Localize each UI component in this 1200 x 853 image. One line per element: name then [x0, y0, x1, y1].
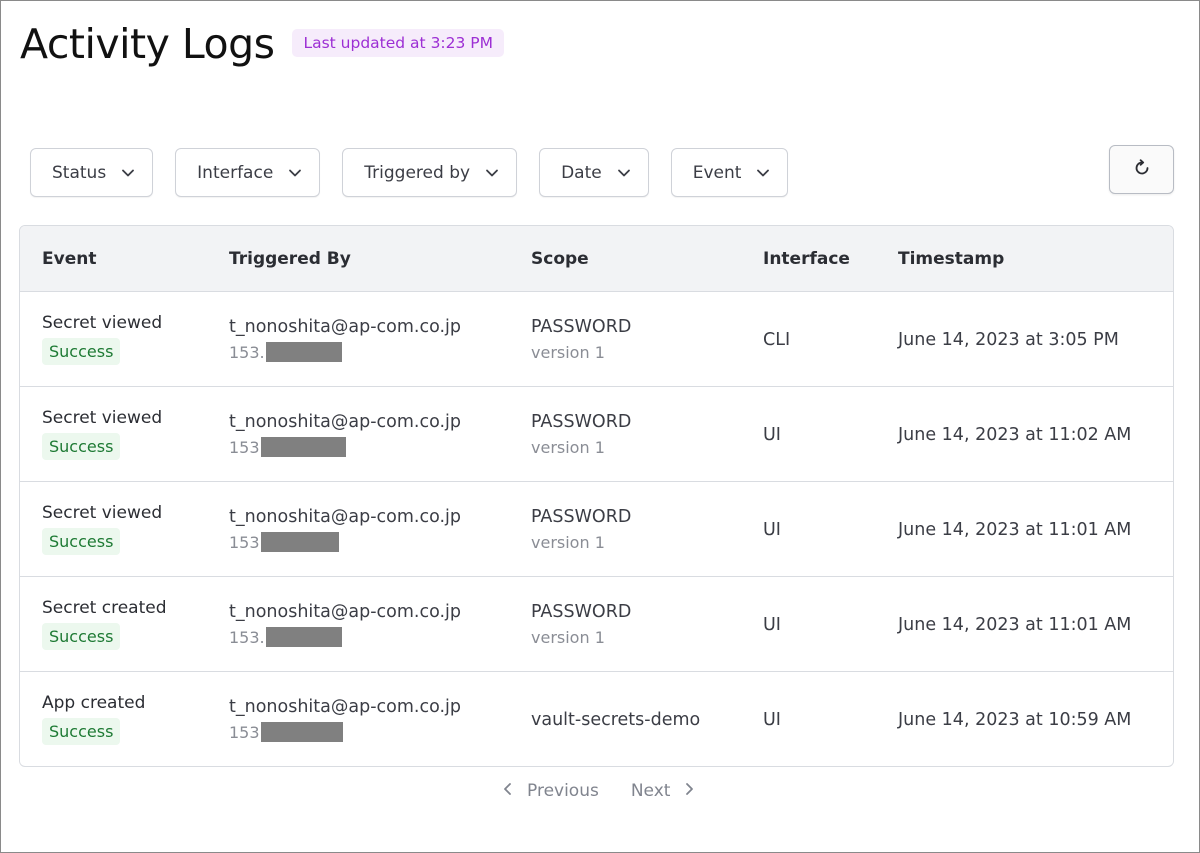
refresh-icon — [1132, 158, 1152, 182]
chevron-left-icon — [501, 781, 515, 801]
chevron-right-icon — [682, 781, 696, 801]
timestamp: June 14, 2023 at 11:01 AM — [898, 520, 1132, 540]
status-badge: Success — [42, 718, 121, 745]
interface-value: UI — [763, 710, 781, 730]
interface-value: UI — [763, 520, 781, 540]
date-filter-dropdown[interactable]: Date — [539, 148, 649, 197]
timestamp: June 14, 2023 at 11:01 AM — [898, 615, 1132, 635]
scope-version: version 1 — [531, 628, 605, 647]
next-label: Next — [630, 781, 671, 801]
redaction-block — [265, 627, 342, 647]
column-header-event: Event — [42, 249, 97, 269]
redaction-block — [260, 532, 339, 552]
timestamp: June 14, 2023 at 3:05 PM — [898, 330, 1119, 350]
status-filter-label: Status — [52, 162, 107, 183]
interface-filter-label: Interface — [197, 162, 274, 183]
scope-version: version 1 — [531, 343, 605, 362]
pagination: Previous Next — [501, 781, 696, 801]
redaction-block — [260, 437, 346, 457]
scope-version: version 1 — [531, 438, 605, 457]
page-title: Activity Logs — [20, 20, 275, 68]
column-header-interface: Interface — [763, 249, 850, 269]
table-header: Event Triggered By Scope Interface Times… — [20, 226, 1173, 292]
status-badge: Success — [42, 433, 121, 460]
status-badge: Success — [42, 623, 121, 650]
status-badge: Success — [42, 528, 121, 555]
triggered-by-email: t_nonoshita@ap-com.co.jp — [229, 507, 462, 527]
table-row[interactable]: Secret created Success t_nonoshita@ap-co… — [20, 577, 1173, 672]
scope-version: version 1 — [531, 533, 605, 552]
ip-address: 153. — [229, 627, 342, 647]
triggered-by-email: t_nonoshita@ap-com.co.jp — [229, 602, 462, 622]
previous-label: Previous — [527, 781, 599, 801]
table-row[interactable]: Secret viewed Success t_nonoshita@ap-com… — [20, 482, 1173, 577]
triggered-by-filter-dropdown[interactable]: Triggered by — [342, 148, 518, 197]
scope-name: PASSWORD — [531, 317, 632, 337]
ip-prefix: 153 — [229, 437, 260, 457]
redaction-block — [260, 722, 343, 742]
triggered-by-email: t_nonoshita@ap-com.co.jp — [229, 412, 462, 432]
interface-value: UI — [763, 615, 781, 635]
column-header-triggered-by: Triggered By — [229, 249, 351, 269]
ip-address: 153 — [229, 532, 339, 552]
scope-name: PASSWORD — [531, 602, 632, 622]
status-filter-dropdown[interactable]: Status — [30, 148, 154, 197]
chevron-down-icon — [120, 165, 136, 181]
filter-bar: Status Interface Triggered by Date Event — [30, 148, 810, 197]
ip-prefix: 153. — [229, 342, 265, 362]
refresh-button[interactable] — [1109, 145, 1174, 194]
table-row[interactable]: Secret viewed Success t_nonoshita@ap-com… — [20, 387, 1173, 482]
scope-name: vault-secrets-demo — [531, 710, 701, 730]
table-row[interactable]: App created Success t_nonoshita@ap-com.c… — [20, 672, 1173, 766]
column-header-scope: Scope — [531, 249, 589, 269]
triggered-by-email: t_nonoshita@ap-com.co.jp — [229, 697, 462, 717]
event-name: Secret created — [42, 598, 167, 618]
timestamp: June 14, 2023 at 10:59 AM — [898, 710, 1132, 730]
column-header-timestamp: Timestamp — [898, 249, 1005, 269]
triggered-by-email: t_nonoshita@ap-com.co.jp — [229, 317, 462, 337]
date-filter-label: Date — [561, 162, 602, 183]
interface-filter-dropdown[interactable]: Interface — [175, 148, 321, 197]
activity-logs-table: Event Triggered By Scope Interface Times… — [19, 225, 1174, 767]
event-name: Secret viewed — [42, 503, 163, 523]
chevron-down-icon — [287, 165, 303, 181]
last-updated-badge: Last updated at 3:23 PM — [292, 29, 505, 57]
scope-name: PASSWORD — [531, 412, 632, 432]
chevron-down-icon — [755, 165, 771, 181]
next-page-button[interactable]: Next — [631, 781, 697, 801]
interface-value: UI — [763, 425, 781, 445]
table-row[interactable]: Secret viewed Success t_nonoshita@ap-com… — [20, 292, 1173, 387]
previous-page-button[interactable]: Previous — [501, 781, 599, 801]
interface-value: CLI — [763, 330, 791, 350]
ip-address: 153. — [229, 342, 342, 362]
triggered-by-filter-label: Triggered by — [364, 162, 471, 183]
chevron-down-icon — [616, 165, 632, 181]
ip-prefix: 153. — [229, 627, 265, 647]
scope-name: PASSWORD — [531, 507, 632, 527]
event-filter-label: Event — [692, 162, 742, 183]
ip-address: 153 — [229, 722, 343, 742]
event-name: Secret viewed — [42, 408, 163, 428]
ip-address: 153 — [229, 437, 346, 457]
timestamp: June 14, 2023 at 11:02 AM — [898, 425, 1132, 445]
redaction-block — [265, 342, 342, 362]
ip-prefix: 153 — [229, 532, 260, 552]
event-name: Secret viewed — [42, 313, 163, 333]
event-filter-dropdown[interactable]: Event — [670, 148, 789, 197]
event-name: App created — [42, 693, 146, 713]
chevron-down-icon — [484, 165, 500, 181]
header: Activity Logs Last updated at 3:23 PM — [20, 19, 505, 69]
ip-prefix: 153 — [229, 722, 260, 742]
status-badge: Success — [42, 338, 121, 365]
